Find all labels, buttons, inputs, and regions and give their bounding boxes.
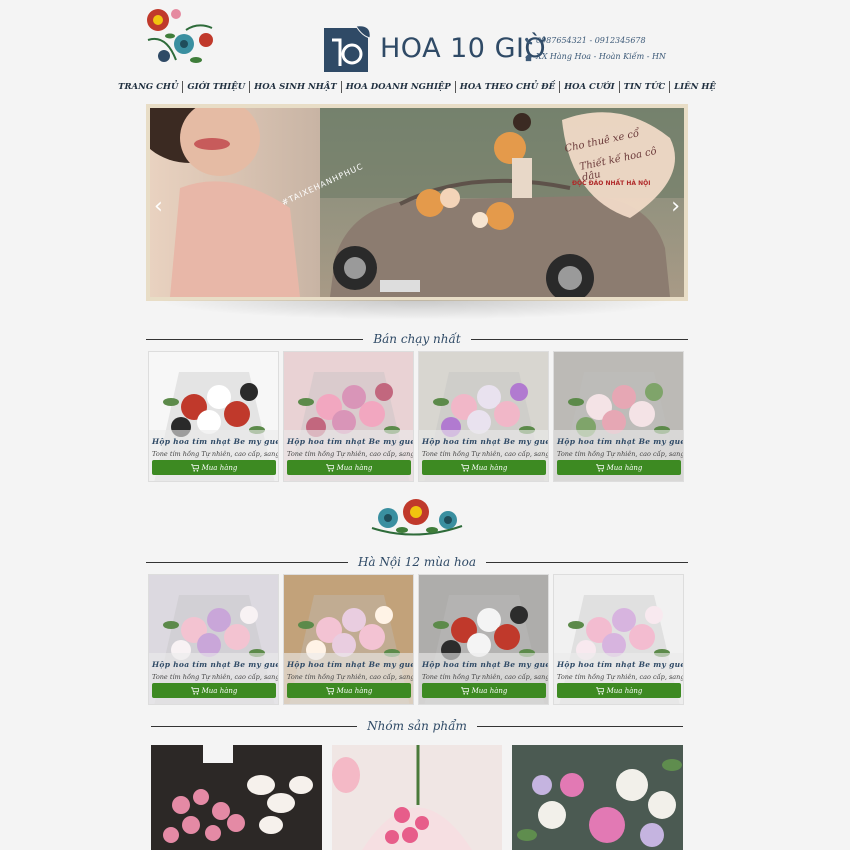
product-card[interactable]: Hộp hoa tím nhạt Be my guest Tone tím hồn…	[283, 574, 414, 705]
buy-button-label: Mua hàng	[201, 463, 238, 472]
buy-button[interactable]: Mua hàng	[287, 683, 411, 698]
buy-button[interactable]: Mua hàng	[422, 683, 546, 698]
buy-button-label: Mua hàng	[606, 686, 643, 695]
product-description: Tone tím hồng Tự nhiên, cao cấp, sang	[557, 673, 684, 681]
floral-divider-decoration	[371, 499, 463, 536]
chevron-left-icon: ‹	[154, 194, 163, 219]
section-title-best-sellers: Bán chạy nhất	[146, 332, 689, 346]
buy-button[interactable]: Mua hàng	[557, 460, 681, 475]
product-group-card[interactable]	[331, 745, 503, 850]
phone-row: 0987654321 - 0912345678	[524, 33, 666, 49]
chevron-right-icon: ›	[671, 194, 680, 219]
buy-button[interactable]: Mua hàng	[557, 683, 681, 698]
cart-icon	[325, 463, 334, 472]
product-description: Tone tím hồng Tự nhiên, cao cấp, sang	[152, 450, 279, 458]
product-description: Tone tím hồng Tự nhiên, cao cấp, sang	[287, 673, 414, 681]
section-heading: Nhóm sản phẩm	[367, 719, 467, 733]
buy-button-label: Mua hàng	[471, 463, 508, 472]
buy-button[interactable]: Mua hàng	[152, 460, 276, 475]
product-group-card[interactable]	[512, 745, 684, 850]
product-group-card[interactable]	[151, 745, 322, 850]
hero-slider[interactable]: #TAIXEHANHPHUC Cho thuê xe cổ Thiết kế h…	[146, 104, 688, 301]
nav-item-news[interactable]: TIN TỨC	[620, 81, 671, 93]
buy-button[interactable]: Mua hàng	[287, 460, 411, 475]
cart-icon	[595, 463, 604, 472]
slider-slogan: Cho thuê xe cổ Thiết kế hoa cô dâu ĐỘC Đ…	[550, 118, 676, 214]
product-name[interactable]: Hộp hoa tím nhạt Be my guest	[152, 660, 278, 669]
phone-numbers[interactable]: 0987654321 - 0912345678	[536, 33, 646, 49]
group-photo	[512, 745, 684, 850]
nav-item-wedding-flowers[interactable]: HOA CƯỚI	[560, 81, 620, 93]
cart-icon	[190, 686, 199, 695]
home-icon	[524, 53, 533, 61]
slider-image: #TAIXEHANHPHUC Cho thuê xe cổ Thiết kế h…	[150, 108, 684, 297]
group-photo	[331, 745, 503, 850]
product-name[interactable]: Hộp hoa tím nhạt Be my guest	[557, 660, 683, 669]
buy-button-label: Mua hàng	[336, 463, 373, 472]
address-row: XX Hàng Hoa - Hoàn Kiếm - HN	[524, 49, 666, 65]
main-nav: TRANG CHỦ GIỚI THIỆU HOA SINH NHẬT HOA D…	[118, 81, 716, 93]
cart-icon	[460, 686, 469, 695]
product-description: Tone tím hồng Tự nhiên, cao cấp, sang	[557, 450, 684, 458]
best-sellers-grid: Hộp hoa tím nhạt Be my guest Tone tím hồn…	[148, 351, 686, 482]
nav-item-home[interactable]: TRANG CHỦ	[114, 81, 184, 93]
product-name[interactable]: Hộp hoa tím nhạt Be my guest	[287, 437, 413, 446]
product-card[interactable]: Hộp hoa tím nhạt Be my guest Tone tím hồn…	[148, 351, 279, 482]
address: XX Hàng Hoa - Hoàn Kiếm - HN	[536, 52, 666, 61]
product-name[interactable]: Hộp hoa tím nhạt Be my guest	[152, 437, 278, 446]
divider	[151, 725, 358, 727]
page: HOA 10 GIỜ 0987654321 - 0912345678 XX Hà…	[118, 0, 716, 850]
divider	[486, 561, 689, 563]
product-name[interactable]: Hộp hoa tím nhạt Be my guest	[422, 437, 548, 446]
nav-item-theme-flowers[interactable]: HOA THEO CHỦ ĐỀ	[456, 81, 561, 93]
product-card[interactable]: Hộp hoa tím nhạt Be my guest Tone tím hồn…	[418, 574, 549, 705]
cart-icon	[595, 686, 604, 695]
divider	[470, 338, 689, 340]
divider	[146, 561, 348, 563]
divider	[476, 725, 683, 727]
product-card[interactable]: Hộp hoa tím nhạt Be my guest Tone tím hồn…	[418, 351, 549, 482]
flower-pot-logo-icon	[324, 25, 371, 72]
product-description: Tone tím hồng Tự nhiên, cao cấp, sang	[152, 673, 279, 681]
phone-icon	[524, 37, 533, 44]
buy-button-label: Mua hàng	[201, 686, 238, 695]
slogan-line-3: ĐỘC ĐÁO NHẤT HÀ NỘI	[572, 180, 651, 187]
buy-button-label: Mua hàng	[606, 463, 643, 472]
logo[interactable]: HOA 10 GIỜ	[322, 22, 550, 74]
slider-prev-button[interactable]: ‹	[154, 194, 163, 219]
group-photo	[151, 745, 322, 850]
nav-item-business-flowers[interactable]: HOA DOANH NGHIỆP	[342, 81, 456, 93]
section-heading: Hà Nội 12 mùa hoa	[357, 555, 477, 569]
section-title-groups: Nhóm sản phẩm	[146, 719, 688, 733]
product-description: Tone tím hồng Tự nhiên, cao cấp, sang	[287, 450, 414, 458]
slider-next-button[interactable]: ›	[671, 194, 680, 219]
product-card[interactable]: Hộp hoa tím nhạt Be my guest Tone tím hồn…	[553, 574, 684, 705]
product-card[interactable]: Hộp hoa tím nhạt Be my guest Tone tím hồn…	[148, 574, 279, 705]
buy-button-label: Mua hàng	[471, 686, 508, 695]
product-description: Tone tím hồng Tự nhiên, cao cấp, sang	[422, 450, 549, 458]
product-name[interactable]: Hộp hoa tím nhạt Be my guest	[557, 437, 683, 446]
contact-info: 0987654321 - 0912345678 XX Hàng Hoa - Ho…	[524, 33, 666, 65]
nav-item-contact[interactable]: LIÊN HỆ	[670, 81, 720, 93]
product-card[interactable]: Hộp hoa tím nhạt Be my guest Tone tím hồn…	[283, 351, 414, 482]
slider-shadow	[156, 300, 678, 320]
buy-button[interactable]: Mua hàng	[422, 460, 546, 475]
buy-button[interactable]: Mua hàng	[152, 683, 276, 698]
section-title-seasons: Hà Nội 12 mùa hoa	[146, 555, 689, 569]
divider	[146, 338, 364, 340]
cart-icon	[190, 463, 199, 472]
cart-icon	[325, 686, 334, 695]
product-name[interactable]: Hộp hoa tím nhạt Be my guest	[422, 660, 548, 669]
product-card[interactable]: Hộp hoa tím nhạt Be my guest Tone tím hồn…	[553, 351, 684, 482]
nav-item-birthday-flowers[interactable]: HOA SINH NHẬT	[250, 81, 342, 93]
product-name[interactable]: Hộp hoa tím nhạt Be my guest	[287, 660, 413, 669]
product-description: Tone tím hồng Tự nhiên, cao cấp, sang	[422, 673, 549, 681]
product-groups	[151, 745, 684, 850]
cart-icon	[460, 463, 469, 472]
section-heading: Bán chạy nhất	[373, 332, 461, 346]
seasons-grid: Hộp hoa tím nhạt Be my guest Tone tím hồn…	[148, 574, 686, 705]
floral-corner-decoration	[147, 9, 213, 63]
nav-item-about[interactable]: GIỚI THIỆU	[183, 81, 251, 93]
buy-button-label: Mua hàng	[336, 686, 373, 695]
